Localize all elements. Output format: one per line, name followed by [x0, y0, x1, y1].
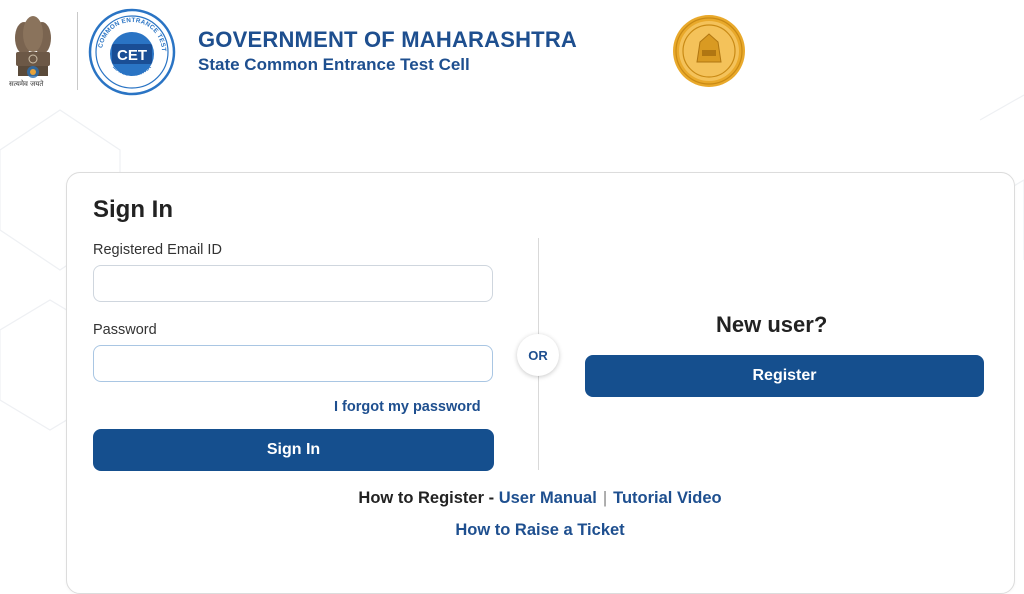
forgot-password-link[interactable]: I forgot my password: [334, 399, 481, 415]
link-separator: |: [602, 489, 608, 507]
header-title: GOVERNMENT OF MAHARASHTRA: [198, 27, 577, 52]
help-links-row: How to Register - User Manual | Tutorial V…: [0, 489, 1024, 508]
emblem-caption: सत्यमेव जयते: [9, 80, 44, 88]
password-label: Password: [93, 322, 157, 338]
header-subtitle: State Common Entrance Test Cell: [198, 55, 470, 74]
signin-button[interactable]: Sign In: [93, 429, 494, 471]
raise-ticket-link[interactable]: How to Raise a Ticket: [455, 521, 624, 539]
password-input[interactable]: [93, 345, 493, 382]
tutorial-video-link[interactable]: Tutorial Video: [613, 489, 721, 507]
cet-logo: STATE COMMON ENTRANCE TEST CELL CET MAHA…: [88, 8, 176, 96]
header-divider: [77, 12, 78, 90]
header-title-block: GOVERNMENT OF MAHARASHTRA State Common E…: [198, 27, 577, 75]
register-button[interactable]: Register: [585, 355, 984, 397]
how-to-register-label: How to Register -: [358, 489, 495, 507]
email-input[interactable]: [93, 265, 493, 302]
or-badge: OR: [517, 334, 559, 376]
ticket-link-row: How to Raise a Ticket: [0, 521, 1024, 540]
signin-heading: Sign In: [93, 196, 173, 223]
maharashtra-seal-icon: [673, 15, 745, 87]
email-label: Registered Email ID: [93, 242, 222, 258]
site-header: सत्यमेव जयते STATE COMMON ENTRANCE TEST …: [0, 0, 1024, 100]
user-manual-link[interactable]: User Manual: [499, 489, 597, 507]
svg-text:CET: CET: [117, 47, 147, 64]
new-user-heading: New user?: [716, 312, 828, 337]
